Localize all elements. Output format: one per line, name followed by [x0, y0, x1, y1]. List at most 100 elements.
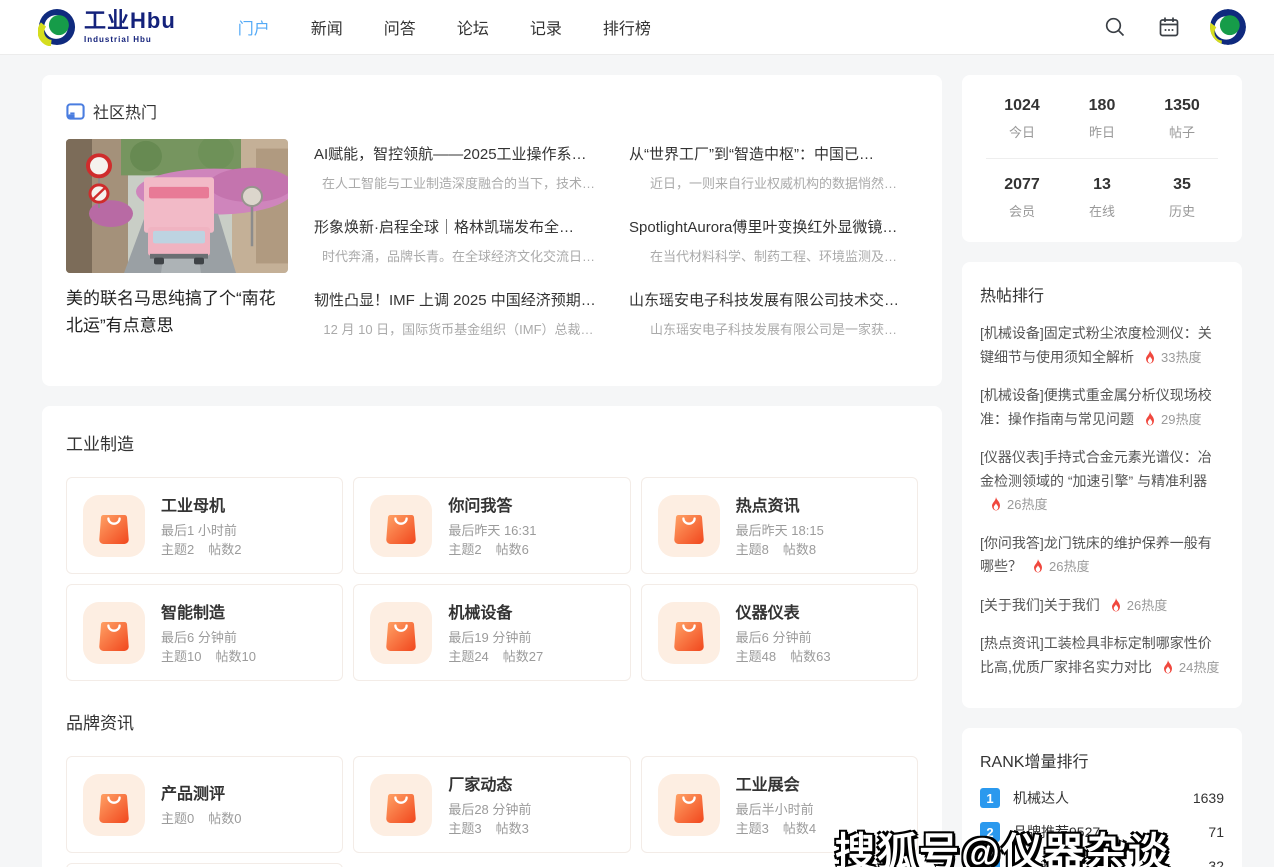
nav-item[interactable]: 门户 [238, 15, 270, 39]
forum-stats: 主题2 帖数6 [448, 540, 536, 560]
community-hot-panel: 社区热门 [42, 75, 942, 386]
rank-score: 71 [1208, 824, 1224, 840]
forum-last-post-time: 最后半小时前 [736, 800, 816, 820]
nav-item[interactable]: 新闻 [311, 15, 343, 39]
nav-item[interactable]: 论坛 [457, 15, 489, 39]
shopping-bag-icon [658, 495, 720, 557]
hot-post-item[interactable]: [机械设备]固定式粉尘浓度检测仪：关键细节与使用须知全解析33热度 [980, 322, 1224, 371]
forum-stats: 主题8 帖数8 [736, 540, 824, 560]
forum-topic-count: 主题24 [448, 647, 488, 667]
news-item[interactable]: SpotlightAurora傅里叶变换红外显微镜… 在当代材料科学、制药工程、… [629, 216, 918, 265]
forum-last-post-time: 最后6 分钟前 [161, 628, 256, 648]
forum-card[interactable]: 机械设备 最后19 分钟前 主题24 帖数27 [353, 584, 630, 681]
news-item[interactable]: 形象焕新·启程全球｜格林凯瑞发布全… 时代奔涌，品牌长青。在全球经济文化交流日… [314, 216, 603, 265]
search-icon[interactable] [1102, 14, 1128, 40]
forum-stats-panel: 1024 今日 180 昨日 1350 帖子 [962, 75, 1242, 242]
stat-block: 35 历史 [1142, 176, 1222, 220]
forum-topic-count: 主题48 [736, 647, 776, 667]
forum-name[interactable]: 智能制造 [161, 599, 256, 623]
stat-label: 历史 [1142, 201, 1222, 220]
nav-item[interactable]: 排行榜 [603, 15, 651, 39]
forum-topic-count: 主题8 [736, 540, 769, 560]
news-title[interactable]: 形象焕新·启程全球｜格林凯瑞发布全… [314, 216, 603, 237]
news-item[interactable]: 韧性凸显！IMF 上调 2025 中国经济预期… 12 月 10 日，国际货币基… [314, 289, 603, 338]
hot-post-item[interactable]: [机械设备]便携式重金属分析仪现场校准：操作指南与常见问题29热度 [980, 384, 1224, 433]
news-item[interactable]: 从“世界工厂”到“智造中枢”：中国已… 近日，一则来自行业权威机构的数据悄然… [629, 143, 918, 192]
section-title-industry: 工业制造 [66, 430, 918, 455]
news-title[interactable]: 从“世界工厂”到“智造中枢”：中国已… [629, 143, 918, 164]
forum-topic-count: 主题0 [161, 809, 194, 829]
forum-post-count: 帖数2 [208, 540, 241, 560]
news-item[interactable]: AI赋能，智控领航——2025工业操作系… 在人工智能与工业制造深度融合的当下，… [314, 143, 603, 192]
forum-post-count: 帖数27 [503, 647, 543, 667]
forum-card[interactable]: 你问我答 最后昨天 16:31 主题2 帖数6 [353, 477, 630, 574]
forum-card[interactable]: 仪器仪表 最后6 分钟前 主题48 帖数63 [641, 584, 918, 681]
featured-image[interactable] [66, 139, 288, 273]
news-title[interactable]: 韧性凸显！IMF 上调 2025 中国经济预期… [314, 289, 603, 310]
rank-username[interactable]: 机械达人 [1013, 788, 1193, 808]
forum-name[interactable]: 热点资讯 [736, 492, 824, 516]
forum-card[interactable]: 工业母机 最后1 小时前 主题2 帖数2 [66, 477, 343, 574]
section-title-brand: 品牌资讯 [66, 709, 918, 734]
main-nav: 门户 新闻 问答 论坛 记录 排行榜 [238, 15, 651, 39]
news-summary: 在当代材料科学、制药工程、环境监测及… [629, 246, 918, 265]
news-column-1: AI赋能，智控领航——2025工业操作系… 在人工智能与工业制造深度融合的当下，… [314, 139, 603, 362]
forum-name[interactable]: 你问我答 [448, 492, 536, 516]
forum-card[interactable]: 产品测评 主题0 帖数0 [66, 756, 343, 853]
shopping-bag-icon [658, 774, 720, 836]
forum-name[interactable]: 产品测评 [161, 780, 241, 804]
hot-post-text[interactable]: [你问我答]龙门铣床的维护保养一般有哪些？ [980, 535, 1212, 575]
forum-card[interactable]: 智能制造 最后6 分钟前 主题10 帖数10 [66, 584, 343, 681]
stat-label: 今日 [982, 122, 1062, 141]
forum-card[interactable]: 热点资讯 最后昨天 18:15 主题8 帖数8 [641, 477, 918, 574]
forum-card[interactable]: 厂家动态 最后28 分钟前 主题3 帖数3 [353, 756, 630, 853]
forum-name[interactable]: 工业展会 [736, 771, 816, 795]
forum-topic-count: 主题2 [161, 540, 194, 560]
rank-row[interactable]: 1 机械达人 1639 [980, 788, 1224, 808]
forum-last-post-time: 最后昨天 18:15 [736, 521, 824, 541]
news-title[interactable]: 山东瑶安电子科技发展有限公司技术交… [629, 289, 918, 310]
nav-item[interactable]: 记录 [530, 15, 562, 39]
nav-item[interactable]: 问答 [384, 15, 416, 39]
forum-name[interactable]: 仪器仪表 [736, 599, 831, 623]
watermark: 搜狐号@仪器杂谈 [835, 820, 1170, 867]
featured-post[interactable]: 美的联名马思纯搞了个“南花北运”有点意思 [66, 139, 288, 362]
featured-caption[interactable]: 美的联名马思纯搞了个“南花北运”有点意思 [66, 285, 288, 339]
hot-post-item[interactable]: [热点资讯]工装检具非标定制哪家性价比高,优质厂家排名实力对比24热度 [980, 632, 1224, 681]
forum-last-post-time: 最后19 分钟前 [448, 628, 543, 648]
forum-post-count: 帖数8 [783, 540, 816, 560]
news-summary: 近日，一则来自行业权威机构的数据悄然… [629, 173, 918, 192]
forum-name[interactable]: 厂家动态 [448, 771, 531, 795]
hot-post-heat: 33热度 [1161, 350, 1201, 365]
news-title[interactable]: SpotlightAurora傅里叶变换红外显微镜… [629, 216, 918, 237]
forum-stats: 主题24 帖数27 [448, 647, 543, 667]
brand-forum-grid: 产品测评 主题0 帖数0 [66, 756, 918, 867]
forum-name[interactable]: 机械设备 [448, 599, 543, 623]
news-summary: 在人工智能与工业制造深度融合的当下，技术… [314, 173, 603, 192]
forum-card[interactable]: 品牌工厂 主题0 帖数0 [66, 863, 343, 867]
forum-post-count: 帖数10 [215, 647, 255, 667]
calendar-icon[interactable] [1156, 14, 1182, 40]
hot-post-text[interactable]: [关于我们]关于我们 [980, 597, 1100, 613]
hot-post-item[interactable]: [你问我答]龙门铣床的维护保养一般有哪些？26热度 [980, 532, 1224, 581]
hot-post-heat: 24热度 [1179, 660, 1219, 675]
stat-block: 2077 会员 [982, 176, 1062, 220]
hot-post-heat: 26热度 [1049, 559, 1089, 574]
hot-post-text[interactable]: [热点资讯]工装检具非标定制哪家性价比高,优质厂家排名实力对比 [980, 635, 1212, 675]
user-avatar[interactable] [1210, 9, 1246, 45]
rank-title: RANK增量排行 [980, 748, 1224, 772]
news-title[interactable]: AI赋能，智控领航——2025工业操作系… [314, 143, 603, 164]
forum-stats: 主题3 帖数4 [736, 819, 816, 839]
hot-post-text[interactable]: [仪器仪表]手持式合金元素光谱仪：冶金检测领域的 “加速引擎” 与精准利器 [980, 449, 1212, 489]
stat-label: 昨日 [1062, 122, 1142, 141]
hot-post-item[interactable]: [仪器仪表]手持式合金元素光谱仪：冶金检测领域的 “加速引擎” 与精准利器26热… [980, 446, 1224, 519]
news-item[interactable]: 山东瑶安电子科技发展有限公司技术交… 山东瑶安电子科技发展有限公司是一家获… [629, 289, 918, 338]
flame-icon [1032, 557, 1044, 581]
stat-block: 13 在线 [1062, 176, 1142, 220]
top-header: 工业Hbu Industrial Hbu 门户 新闻 问答 论坛 记录 排行榜 [0, 0, 1274, 55]
flame-icon [1162, 658, 1174, 682]
forum-name[interactable]: 工业母机 [161, 492, 241, 516]
hot-post-item[interactable]: [关于我们]关于我们26热度 [980, 594, 1224, 620]
site-logo[interactable]: 工业Hbu Industrial Hbu [38, 8, 176, 46]
stat-value: 35 [1142, 176, 1222, 194]
